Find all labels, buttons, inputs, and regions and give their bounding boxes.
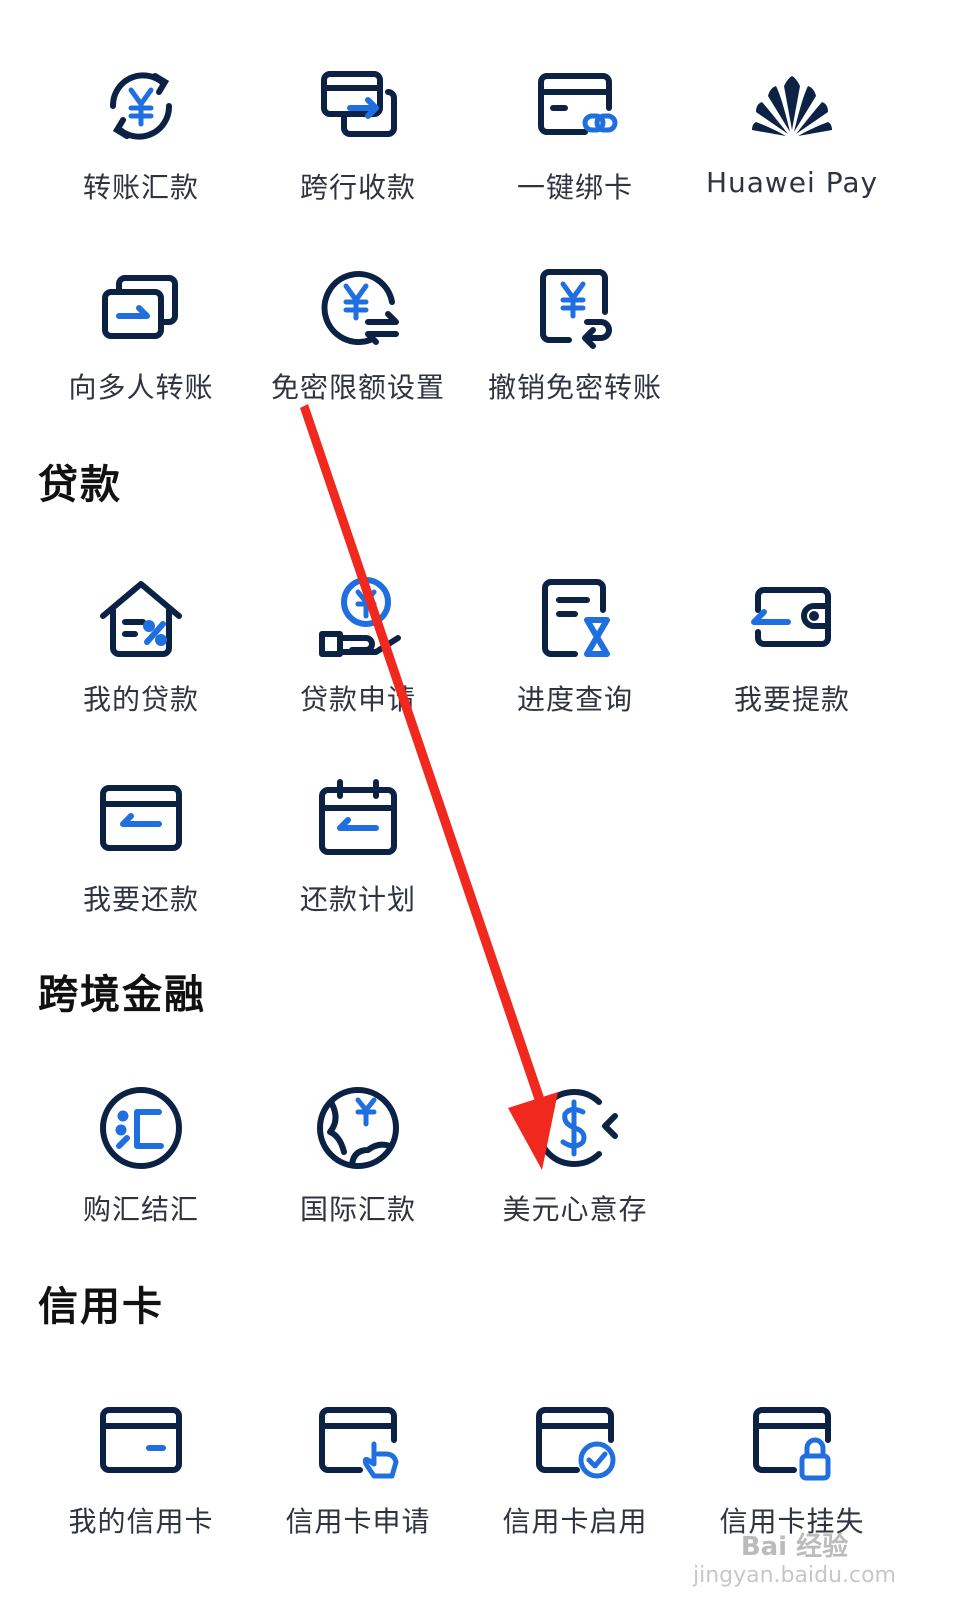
grid-item-label: 贷款申请 (299, 683, 416, 716)
grid-item-label: 信用卡申请 (285, 1505, 431, 1538)
grid-item-repay-plan[interactable]: 还款计划 (249, 762, 467, 932)
section-title-crossborder: 跨境金融 (38, 972, 206, 1018)
grid-item-label: 免密限额设置 (270, 371, 445, 404)
grid-item-intl-remit[interactable]: 国际汇款 (249, 1072, 467, 1242)
grid-item-revoke-transfer[interactable]: 撤销免密转账 (466, 250, 684, 420)
grid-item-repay[interactable]: 我要还款 (32, 762, 250, 932)
card-apply-icon (310, 1392, 406, 1488)
grid-item-label: 购汇结汇 (82, 1193, 199, 1226)
grid-item-label: 进度查询 (516, 683, 633, 716)
grid-item-dollar-deposit[interactable]: 美元心意存 (466, 1072, 684, 1242)
grid-item-label: 我要提款 (733, 683, 850, 716)
grid-item-card-activate[interactable]: 信用卡启用 (466, 1384, 684, 1554)
watermark: Bai 经验 jingyan.baidu.com (693, 1526, 896, 1588)
bind-card-icon (527, 58, 623, 154)
revoke-transfer-icon (527, 258, 623, 354)
repay-calendar-icon (310, 770, 406, 866)
card-lock-icon (744, 1392, 840, 1488)
section-title-credit: 信用卡 (38, 1284, 164, 1330)
watermark-brand: Bai 经验 (740, 1532, 849, 1562)
grid-item-label: 撤销免密转账 (487, 371, 662, 404)
grid-item-multi-transfer[interactable]: 向多人转账 (32, 250, 250, 420)
grid-item-transfer[interactable]: 转账汇款 (32, 50, 250, 220)
grid-item-interbank[interactable]: 跨行收款 (249, 50, 467, 220)
yuan-transfer-icon (93, 58, 189, 154)
grid-item-label: 向多人转账 (68, 371, 214, 404)
withdraw-wallet-icon (744, 570, 840, 666)
grid-item-label: 我的贷款 (82, 683, 199, 716)
grid-item-label: 我的信用卡 (68, 1505, 214, 1538)
grid-item-bind-card[interactable]: 一键绑卡 (466, 50, 684, 220)
grid-item-my-loan[interactable]: 我的贷款 (32, 562, 250, 732)
exchange-icon (93, 1080, 189, 1176)
interbank-receive-icon (310, 58, 406, 154)
grid-item-loan-apply[interactable]: 贷款申请 (249, 562, 467, 732)
limit-setting-icon (310, 258, 406, 354)
house-loan-icon (93, 570, 189, 666)
grid-item-label: 一键绑卡 (516, 171, 633, 204)
grid-item-label: 国际汇款 (299, 1193, 416, 1226)
grid-item-exchange[interactable]: 购汇结汇 (32, 1072, 250, 1242)
globe-remit-icon (310, 1080, 406, 1176)
grid-item-label: Huawei Pay (705, 166, 879, 199)
card-activate-icon (527, 1392, 623, 1488)
grid-item-huawei-pay[interactable]: Huawei Pay (683, 50, 901, 220)
grid-item-label: 美元心意存 (502, 1193, 648, 1226)
credit-card-icon (93, 1392, 189, 1488)
grid-item-label: 我要还款 (82, 883, 199, 916)
progress-query-icon (527, 570, 623, 666)
grid-item-my-credit-card[interactable]: 我的信用卡 (32, 1384, 250, 1554)
grid-item-progress-query[interactable]: 进度查询 (466, 562, 684, 732)
section-title-loan: 贷款 (38, 462, 122, 508)
grid-item-label: 信用卡启用 (502, 1505, 648, 1538)
multi-transfer-icon (93, 258, 189, 354)
grid-item-card-apply[interactable]: 信用卡申请 (249, 1384, 467, 1554)
grid-item-label: 跨行收款 (299, 171, 416, 204)
watermark-url: jingyan.baidu.com (692, 1563, 896, 1588)
grid-item-label: 转账汇款 (82, 171, 199, 204)
grid-item-withdraw[interactable]: 我要提款 (683, 562, 901, 732)
grid-item-limit-setting[interactable]: 免密限额设置 (249, 250, 467, 420)
grid-item-label: 还款计划 (299, 883, 416, 916)
dollar-deposit-icon (527, 1080, 623, 1176)
huawei-logo-icon (744, 58, 840, 154)
repay-card-icon (93, 770, 189, 866)
loan-apply-icon (310, 570, 406, 666)
